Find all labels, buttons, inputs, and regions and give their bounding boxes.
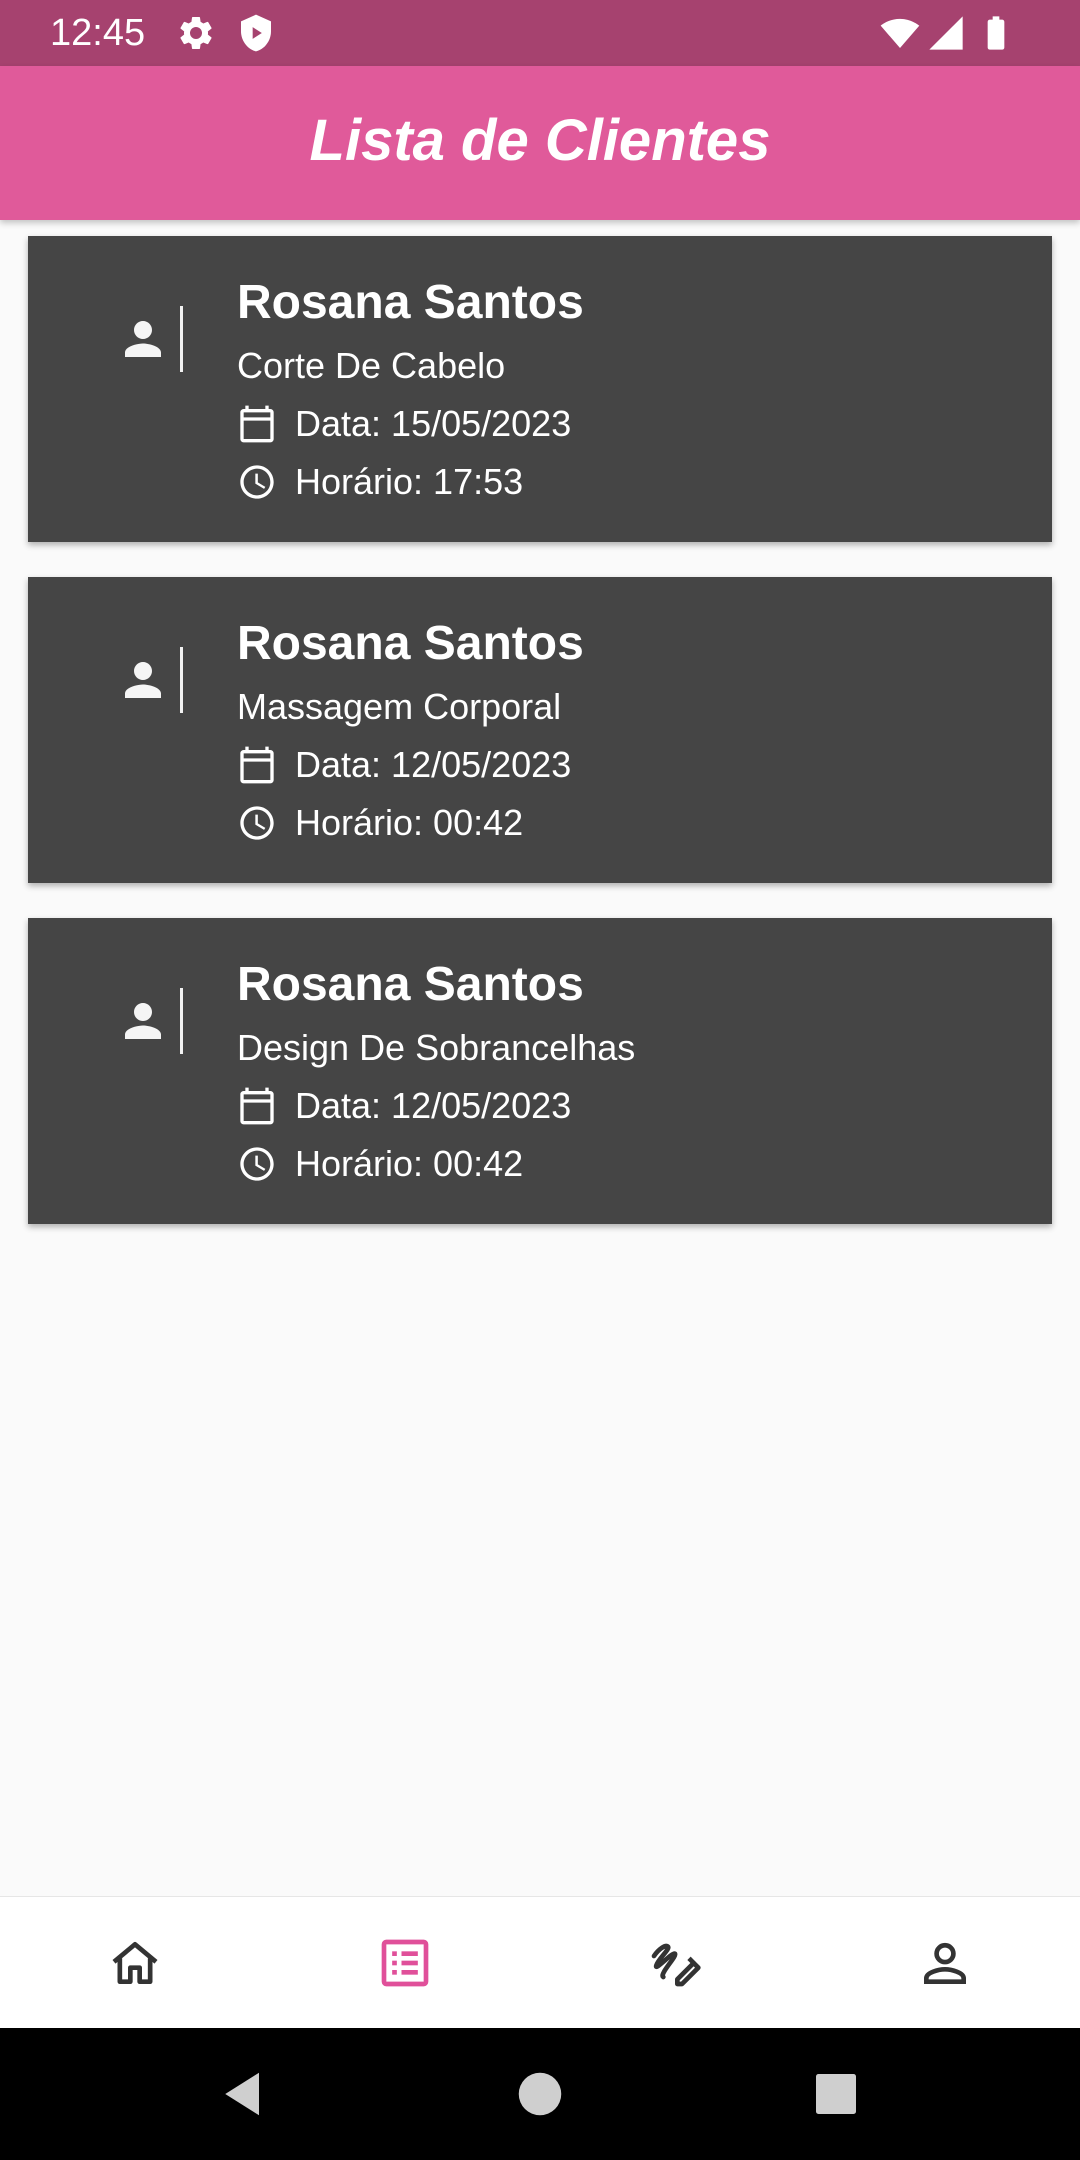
- calendar-icon: [240, 746, 274, 784]
- calendar-icon: [240, 405, 274, 443]
- date-row: Data: 12/05/2023: [237, 1084, 571, 1128]
- client-service: Corte De Cabelo: [237, 345, 506, 386]
- back-icon[interactable]: [214, 2064, 274, 2124]
- status-bar: 12:45: [0, 0, 1080, 66]
- nav-list[interactable]: [270, 1897, 540, 2029]
- draw-icon: [651, 1943, 701, 1987]
- client-date: Data: 15/05/2023: [295, 403, 572, 444]
- client-card[interactable]: Rosana Santos Massagem Corporal Data: 12…: [28, 577, 1052, 883]
- client-time: Horário: 00:42: [295, 1143, 524, 1184]
- person-icon: [924, 1942, 966, 1984]
- client-service: Design De Sobrancelhas: [237, 1027, 636, 1068]
- nav-home[interactable]: [0, 1897, 270, 2029]
- app-bar: Lista de Clientes: [0, 66, 1080, 220]
- client-name: Rosana Santos: [237, 276, 584, 329]
- status-time: 12:45: [50, 12, 146, 54]
- person-icon: [125, 1003, 161, 1039]
- clock-icon: [240, 806, 274, 840]
- client-time: Horário: 17:53: [295, 461, 524, 502]
- wifi-icon: [880, 18, 920, 48]
- clock-icon: [240, 1147, 274, 1181]
- client-name: Rosana Santos: [237, 617, 584, 670]
- client-card[interactable]: Rosana Santos Corte De Cabelo Data: 15/0…: [28, 236, 1052, 542]
- page-title: Lista de Clientes: [309, 108, 771, 173]
- client-card[interactable]: Rosana Santos Design De Sobrancelhas Dat…: [28, 918, 1052, 1224]
- client-date: Data: 12/05/2023: [295, 1085, 572, 1126]
- screen: 12:45 Lista de Clientes Rosana Santos Co…: [0, 0, 1080, 2160]
- battery-icon: [987, 16, 1005, 50]
- system-nav: [0, 2028, 1080, 2160]
- client-service: Massagem Corporal: [237, 686, 562, 727]
- client-time: Horário: 00:42: [295, 802, 524, 843]
- home-icon: [112, 1942, 158, 1984]
- signal-icon: [929, 16, 963, 50]
- time-row: Horário: 00:42: [237, 1142, 523, 1186]
- calendar-icon: [240, 1087, 274, 1125]
- nav-profile[interactable]: [810, 1897, 1080, 2029]
- person-icon: [125, 321, 161, 357]
- date-row: Data: 12/05/2023: [237, 743, 571, 787]
- bottom-nav: [0, 1896, 1080, 2029]
- nav-draw[interactable]: [540, 1897, 810, 2029]
- shield-icon: [241, 14, 271, 52]
- recents-icon[interactable]: [806, 2064, 866, 2124]
- divider: [180, 306, 183, 372]
- client-date: Data: 12/05/2023: [295, 744, 572, 785]
- date-row: Data: 15/05/2023: [237, 402, 571, 446]
- home-circle-icon[interactable]: [510, 2064, 570, 2124]
- divider: [180, 647, 183, 713]
- person-icon: [125, 662, 161, 698]
- client-name: Rosana Santos: [237, 958, 584, 1011]
- time-row: Horário: 00:42: [237, 801, 523, 845]
- time-row: Horário: 17:53: [237, 460, 523, 504]
- clock-icon: [240, 465, 274, 499]
- divider: [180, 988, 183, 1054]
- gear-icon: [180, 16, 212, 49]
- list-icon: [381, 1939, 429, 1987]
